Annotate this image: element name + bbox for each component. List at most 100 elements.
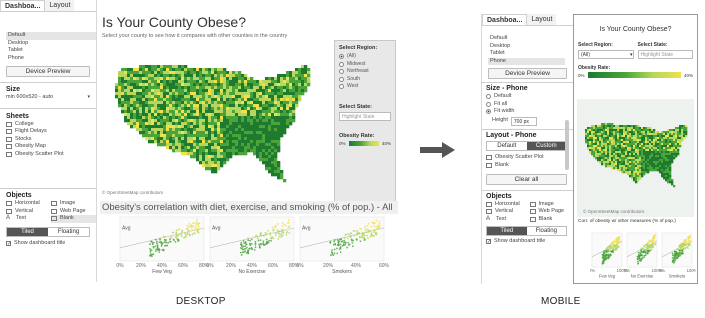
county-mark[interactable] <box>157 92 161 96</box>
county-mark[interactable] <box>130 86 134 90</box>
county-mark[interactable] <box>277 149 281 153</box>
county-mark[interactable] <box>677 141 680 144</box>
county-mark[interactable] <box>643 159 646 162</box>
county-mark[interactable] <box>280 95 284 99</box>
county-mark[interactable] <box>205 131 209 135</box>
county-mark[interactable] <box>643 171 646 174</box>
county-mark[interactable] <box>187 68 191 72</box>
county-mark[interactable] <box>217 83 221 87</box>
county-mark[interactable] <box>190 119 194 123</box>
county-mark[interactable] <box>597 153 600 156</box>
county-mark[interactable] <box>625 153 628 156</box>
county-mark[interactable] <box>217 80 221 84</box>
county-mark[interactable] <box>148 137 152 141</box>
county-mark[interactable] <box>617 127 620 130</box>
county-mark[interactable] <box>256 101 260 105</box>
county-mark[interactable] <box>625 151 628 154</box>
county-mark[interactable] <box>643 131 646 134</box>
county-mark[interactable] <box>259 98 263 102</box>
county-mark[interactable] <box>627 147 630 150</box>
county-mark[interactable] <box>286 71 290 75</box>
county-mark[interactable] <box>199 92 203 96</box>
county-mark[interactable] <box>631 175 634 178</box>
county-mark[interactable] <box>262 110 266 114</box>
county-mark[interactable] <box>130 89 134 93</box>
county-mark[interactable] <box>609 149 612 152</box>
county-mark[interactable] <box>214 104 218 108</box>
county-mark[interactable] <box>205 122 209 126</box>
county-mark[interactable] <box>175 134 179 138</box>
county-mark[interactable] <box>605 129 608 132</box>
county-mark[interactable] <box>277 95 281 99</box>
county-mark[interactable] <box>163 83 167 87</box>
county-mark[interactable] <box>647 147 650 150</box>
county-mark[interactable] <box>669 159 672 162</box>
county-mark[interactable] <box>160 98 164 102</box>
county-mark[interactable] <box>211 95 215 99</box>
county-mark[interactable] <box>259 110 263 114</box>
county-mark[interactable] <box>178 95 182 99</box>
county-mark[interactable] <box>607 133 610 136</box>
county-mark[interactable] <box>645 159 648 162</box>
county-mark[interactable] <box>211 80 215 84</box>
county-mark[interactable] <box>139 92 143 96</box>
county-mark[interactable] <box>118 74 122 78</box>
county-mark[interactable] <box>226 107 230 111</box>
county-mark[interactable] <box>253 107 257 111</box>
county-mark[interactable] <box>591 133 594 136</box>
county-mark[interactable] <box>235 92 239 96</box>
county-mark[interactable] <box>607 155 610 158</box>
county-mark[interactable] <box>295 77 299 81</box>
county-mark[interactable] <box>217 155 221 159</box>
county-mark[interactable] <box>601 129 604 132</box>
county-mark[interactable] <box>655 153 658 156</box>
county-mark[interactable] <box>637 131 640 134</box>
county-mark[interactable] <box>619 141 622 144</box>
county-mark[interactable] <box>265 107 269 111</box>
county-mark[interactable] <box>172 101 176 105</box>
county-mark[interactable] <box>250 92 254 96</box>
county-mark[interactable] <box>190 110 194 114</box>
county-mark[interactable] <box>157 107 161 111</box>
county-mark[interactable] <box>181 146 185 150</box>
county-mark[interactable] <box>202 104 206 108</box>
county-mark[interactable] <box>631 131 634 134</box>
county-mark[interactable] <box>280 101 284 105</box>
county-mark[interactable] <box>621 133 624 136</box>
county-mark[interactable] <box>289 92 293 96</box>
county-mark[interactable] <box>607 151 610 154</box>
county-mark[interactable] <box>241 122 245 126</box>
county-mark[interactable] <box>289 77 293 81</box>
county-mark[interactable] <box>259 80 263 84</box>
county-mark[interactable] <box>593 143 596 146</box>
county-mark[interactable] <box>593 151 596 154</box>
county-mark[interactable] <box>157 143 161 147</box>
county-mark[interactable] <box>208 107 212 111</box>
county-mark[interactable] <box>175 140 179 144</box>
county-mark[interactable] <box>671 161 674 164</box>
county-mark[interactable] <box>671 131 674 134</box>
county-mark[interactable] <box>643 127 646 130</box>
county-mark[interactable] <box>214 155 218 159</box>
county-mark[interactable] <box>166 131 170 135</box>
county-mark[interactable] <box>220 101 224 105</box>
county-mark[interactable] <box>655 147 658 150</box>
county-mark[interactable] <box>235 95 239 99</box>
county-mark[interactable] <box>244 83 248 87</box>
county-mark[interactable] <box>130 116 134 120</box>
county-mark[interactable] <box>623 125 626 128</box>
county-mark[interactable] <box>118 95 122 99</box>
county-mark[interactable] <box>609 127 612 130</box>
county-mark[interactable] <box>645 155 648 158</box>
county-mark[interactable] <box>211 104 215 108</box>
county-mark[interactable] <box>145 119 149 123</box>
county-mark[interactable] <box>645 139 648 142</box>
county-mark[interactable] <box>142 110 146 114</box>
county-mark[interactable] <box>226 131 230 135</box>
county-mark[interactable] <box>190 95 194 99</box>
county-mark[interactable] <box>677 151 680 154</box>
county-mark[interactable] <box>247 80 251 84</box>
county-mark[interactable] <box>627 141 630 144</box>
county-mark[interactable] <box>235 77 239 81</box>
county-mark[interactable] <box>617 157 620 160</box>
